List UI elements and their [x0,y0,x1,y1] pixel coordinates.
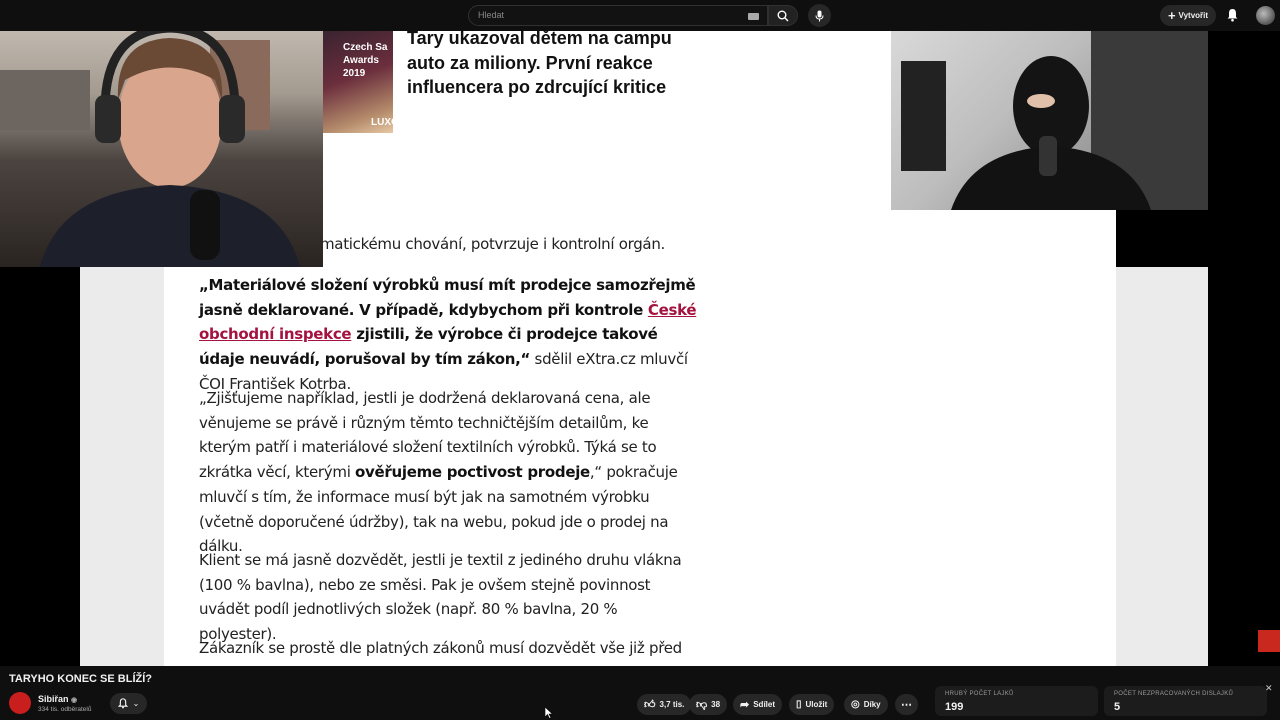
dislikes-stat-label: POČET NEZPRACOVANÝCH DISLAJKŮ [1114,691,1234,697]
voice-search-button[interactable] [808,4,831,27]
mouse-cursor-icon [545,707,553,719]
video-info-bar: TARYHO KONEC SE BLÍŽÍ? Sibiřan ◉ 334 tis… [0,666,1280,720]
share-icon: ➦ [740,699,750,711]
share-label: Sdílet [753,700,775,709]
article-partial-line: matickému chování, potvrzuje i kontrolní… [320,235,665,253]
save-button[interactable]: ▯ Uložit [789,694,835,715]
dislike-count: 38 [711,700,721,709]
masked-figure [901,31,1208,210]
create-button[interactable]: + Vytvořit [1160,5,1216,26]
channel-avatar[interactable] [9,692,31,714]
likes-stat-value: 199 [945,701,964,713]
account-avatar[interactable] [1256,6,1275,25]
article-paragraph-4: Zákazník se prostě dle platných zákonů m… [199,639,682,657]
channel-subscribers: 334 tis. odběratelů [38,706,92,713]
verified-icon: ◉ [71,697,78,704]
youtube-watch-page: Hledat + Vytvořit Czech Sa Awards 2019 L… [0,0,1280,720]
search-icon [777,10,789,21]
thumbs-up-icon: 👍︎ [644,699,656,711]
streamer-webcam-right [891,31,1208,210]
search-placeholder: Hledat [478,10,505,20]
more-icon: ⋯ [901,699,912,711]
thanks-icon: ◎ [851,699,860,710]
chevron-down-icon: ⌄ [132,699,140,708]
paragraph-2-bold: ověřujeme poctivost prodeje [355,463,590,482]
streamer-figure [0,31,300,267]
thumbs-down-icon: 👎︎ [696,699,708,711]
quote-bold-start: „Materiálové složení výrobků musí mít pr… [199,276,696,319]
dislike-button[interactable]: 👎︎ 38 [689,694,728,715]
video-player[interactable]: Czech Sa Awards 2019 LUXO Tary ukazoval … [0,31,1280,666]
likes-stat-label: HRUBÝ POČET LAJKŮ [945,691,1014,697]
more-actions-button[interactable]: ⋯ [895,694,918,715]
top-bar: Hledat + Vytvořit [0,0,1280,31]
bookmark-icon: ▯ [796,699,802,710]
thumbnail-text: Czech Sa Awards 2019 [343,42,388,79]
dislikes-stat-value: 5 [1114,701,1121,713]
close-icon[interactable]: ✕ [1265,683,1273,694]
share-button[interactable]: ➦ Sdílet [733,694,782,715]
save-label: Uložit [805,700,828,709]
keyboard-icon[interactable] [748,13,759,20]
streamer-webcam-left [0,31,323,267]
search-button[interactable] [768,5,798,26]
thumbnail-footer-text: LUXO [371,117,393,128]
like-button[interactable]: 👍︎ 3,7 tis. [637,694,692,715]
microphone-icon [815,10,824,21]
like-count: 3,7 tis. [659,700,685,709]
bell-icon [117,698,128,709]
article-paragraph-1: „Materiálové složení výrobků musí mít pr… [199,273,699,397]
related-article-thumbnail: Czech Sa Awards 2019 LUXO [323,31,393,133]
plus-icon: + [1167,7,1176,23]
notifications-bell-icon[interactable] [1226,8,1239,22]
channel-name-text: Sibiřan [38,694,69,704]
video-title: TARYHO KONEC SE BLÍŽÍ? [9,673,152,685]
thanks-label: Díky [863,700,881,709]
side-widget-tab[interactable] [1258,630,1280,652]
article-paragraph-3: Klient se má jasně dozvědět, jestli je t… [199,551,682,644]
create-label: Vytvořit [1178,11,1209,20]
thanks-button[interactable]: ◎ Díky [844,694,888,715]
article-paragraph-2: „Zjišťujeme například, jestli je dodržen… [199,386,699,559]
likes-stat-card: HRUBÝ POČET LAJKŮ 199 [935,686,1098,716]
channel-name[interactable]: Sibiřan ◉ [38,694,77,704]
subscription-bell-button[interactable]: ⌄ [110,693,147,714]
search-input[interactable]: Hledat [468,5,768,26]
related-article-headline: Tary ukazoval dětem na campu auto za mil… [407,31,672,97]
dislikes-stat-card: POČET NEZPRACOVANÝCH DISLAJKŮ 5 [1104,686,1267,716]
